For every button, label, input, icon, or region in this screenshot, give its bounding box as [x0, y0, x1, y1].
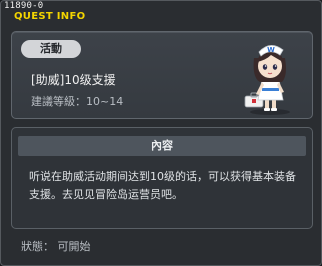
npc-nurse-character-icon: W	[244, 45, 290, 115]
quest-description: 听说在助威活动期间达到10级的话，可以获得基本装备支援。去见见冒险岛运营员吧。	[29, 170, 296, 201]
quest-name: [助威]10级支援	[31, 73, 116, 87]
quest-status: 狀態： 可開始	[21, 240, 91, 253]
quest-summary-panel: 活動 [助威]10级支援 建議等級：10~14 W	[11, 31, 313, 119]
quest-info-window: 11890-0 QUEST INFO 活動 [助威]10级支援 建議等級：10~…	[0, 0, 322, 266]
svg-text:W: W	[267, 46, 275, 54]
details-header: 內容	[18, 136, 306, 156]
quest-level-requirement: 建議等級：10~14	[31, 95, 124, 108]
quest-id: 11890-0	[4, 1, 44, 11]
category-badge: 活動	[21, 40, 81, 58]
quest-details-panel: 內容 听说在助威活动期间达到10级的话，可以获得基本装备支援。去见见冒险岛运营员…	[11, 127, 313, 229]
window-title: QUEST INFO	[14, 11, 86, 22]
